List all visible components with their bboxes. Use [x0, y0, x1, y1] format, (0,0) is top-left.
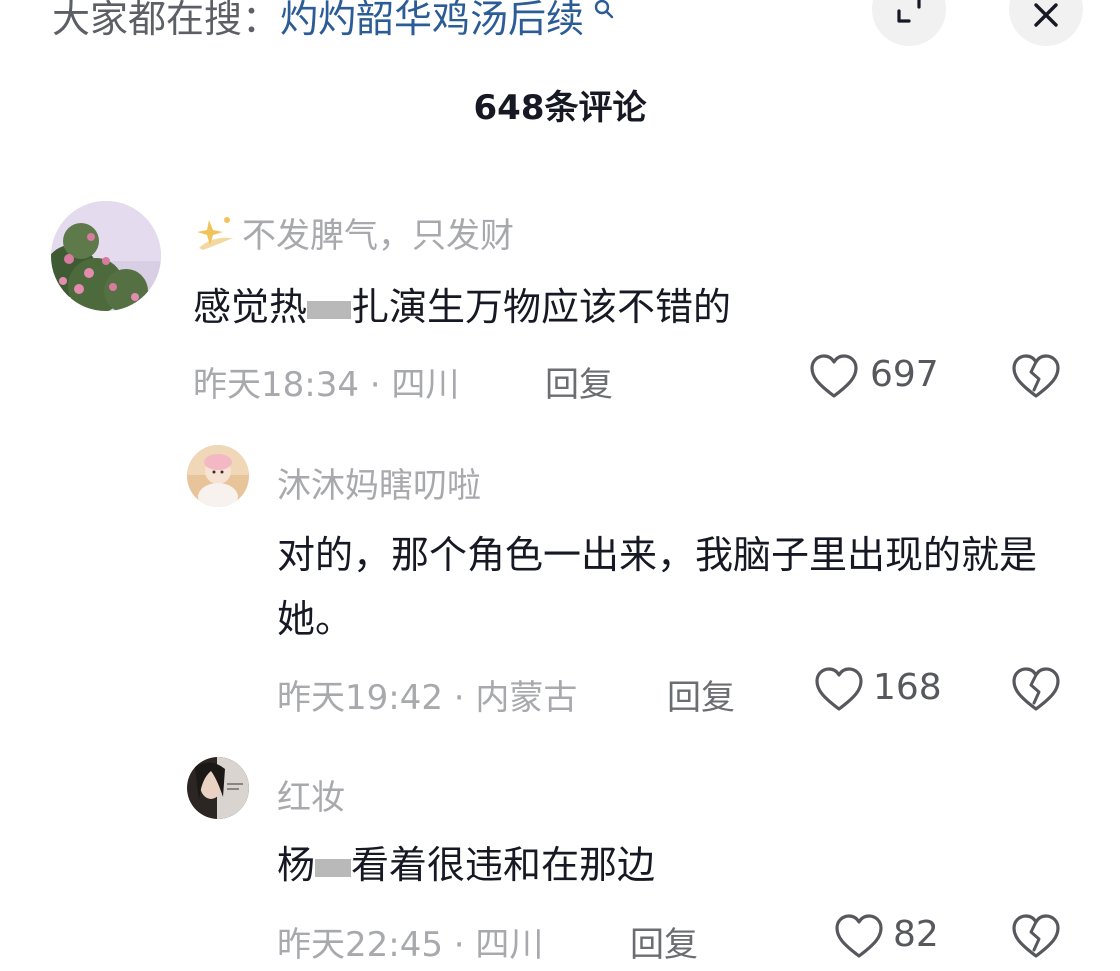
expand-icon	[897, 0, 921, 23]
comment-text: 感觉热 扎演生万物应该不错的	[193, 275, 731, 339]
comment-time: 昨天18:34	[193, 365, 359, 405]
comment-location: 四川	[475, 925, 544, 965]
like-button[interactable]: 82	[833, 910, 943, 964]
comment-text-part: 看着很违和在那边	[351, 843, 656, 887]
expand-button[interactable]	[872, 0, 946, 46]
search-prefix: 大家都在搜：	[52, 0, 281, 41]
comment-username[interactable]: 不发脾气，只发财	[242, 208, 514, 257]
comment-text: 杨看着很违和在那边	[277, 833, 655, 897]
comment-text-part: 扎演生万物应该不错的	[351, 285, 732, 329]
search-link[interactable]: 灼灼韶华鸡汤后续	[280, 0, 584, 41]
sparkle-icon	[193, 208, 241, 256]
avatar[interactable]	[187, 445, 249, 507]
heart-icon	[835, 914, 883, 958]
redacted-mark	[315, 858, 352, 877]
search-icon	[586, 0, 615, 26]
close-icon	[1034, 3, 1058, 27]
heart-icon	[815, 667, 863, 711]
reply-button[interactable]: 回复	[630, 917, 698, 966]
dislike-button[interactable]	[1010, 665, 1062, 715]
dislike-button[interactable]	[1010, 912, 1062, 962]
comment-location: 四川	[391, 365, 460, 405]
comment-meta: 昨天22:45 · 四川	[277, 917, 543, 966]
meta-separator: ·	[453, 678, 465, 718]
avatar[interactable]	[51, 201, 161, 311]
reply-button[interactable]: 回复	[667, 670, 735, 719]
search-suggestion[interactable]: 大家都在搜：灼灼韶华鸡汤后续	[52, 0, 615, 43]
comment-username[interactable]: 红妆	[277, 770, 345, 819]
comment-time: 昨天19:42	[277, 678, 443, 718]
reply-button[interactable]: 回复	[545, 357, 613, 406]
like-button[interactable]: 168	[813, 663, 943, 717]
comment-text-part: 感觉热	[193, 285, 308, 329]
close-button[interactable]	[1009, 0, 1083, 46]
comment-text: 对的，那个角色一出来，我脑子里出现的就是她。	[277, 533, 1038, 641]
dislike-icon	[1012, 914, 1060, 958]
comment-time: 昨天22:45	[277, 925, 443, 965]
comment-text-part: 杨	[277, 843, 316, 887]
like-button[interactable]: 697	[808, 350, 943, 404]
like-count: 82	[893, 914, 939, 955]
dislike-icon	[1012, 354, 1060, 398]
heart-icon	[810, 354, 858, 398]
like-count: 697	[870, 354, 939, 395]
avatar[interactable]	[187, 757, 249, 819]
comment-username[interactable]: 沐沐妈瞎叨啦	[277, 458, 481, 507]
comment-meta: 昨天19:42 · 内蒙古	[277, 670, 577, 719]
dislike-button[interactable]	[1010, 352, 1062, 402]
like-count: 168	[873, 667, 942, 708]
meta-separator: ·	[369, 365, 381, 405]
dislike-icon	[1012, 667, 1060, 711]
comment-meta: 昨天18:34 · 四川	[193, 357, 459, 406]
redacted-mark	[307, 300, 352, 319]
meta-separator: ·	[453, 925, 465, 965]
comment-count-title: 648条评论	[473, 88, 647, 128]
comment-location: 内蒙古	[475, 678, 578, 718]
